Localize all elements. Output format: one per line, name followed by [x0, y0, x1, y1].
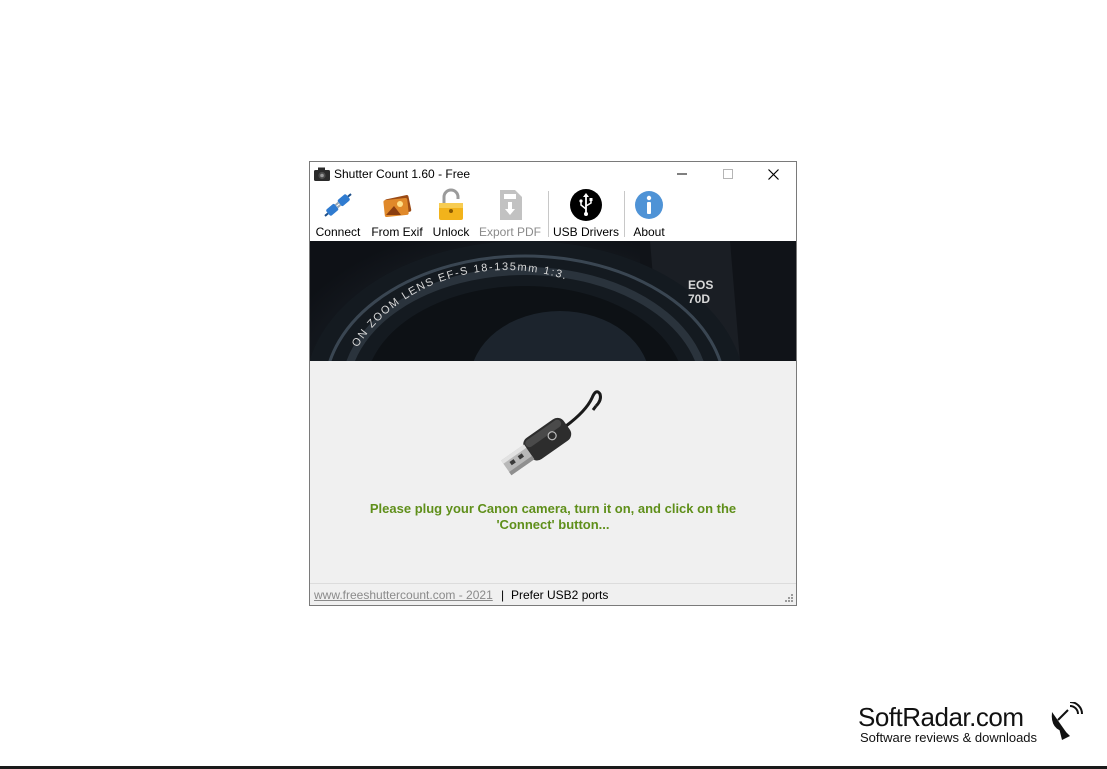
- model-line1: EOS: [688, 278, 713, 292]
- status-bar: www.freeshuttercount.com - 2021 | Prefer…: [310, 583, 796, 605]
- usb-drivers-icon: [570, 189, 602, 221]
- from-exif-label: From Exif: [371, 225, 423, 239]
- usb-drivers-button[interactable]: USB Drivers: [553, 188, 620, 239]
- main-content: Please plug your Canon camera, turn it o…: [310, 361, 796, 583]
- window-title: Shutter Count 1.60 - Free: [334, 167, 471, 181]
- close-button[interactable]: [750, 162, 796, 186]
- camera-lens-photo: ON ZOOM LENS EF-S 18-135mm 1:3.5-5 EOS 7…: [310, 241, 796, 361]
- camera-app-icon: [314, 167, 330, 181]
- usb2-note: Prefer USB2 ports: [511, 588, 609, 602]
- instruction-line2: 'Connect' button...: [496, 517, 610, 532]
- pdf-export-icon: [500, 190, 522, 220]
- maximize-button[interactable]: [705, 162, 751, 186]
- about-label: About: [633, 225, 665, 239]
- unlock-button[interactable]: Unlock: [430, 188, 472, 239]
- watermark-tagline: Software reviews & downloads: [860, 730, 1038, 745]
- from-exif-button[interactable]: From Exif: [370, 188, 424, 239]
- watermark-name: SoftRadar.com: [858, 702, 1024, 732]
- resize-grip-icon[interactable]: [784, 593, 794, 603]
- camera-banner-image: ON ZOOM LENS EF-S 18-135mm 1:3.5-5 EOS 7…: [310, 241, 796, 361]
- close-icon: [767, 168, 779, 180]
- instruction-line1: Please plug your Canon camera, turn it o…: [369, 501, 737, 516]
- info-icon: [635, 191, 663, 219]
- softradar-watermark: SoftRadar.com Software reviews & downloa…: [858, 702, 1088, 750]
- photo-exif-icon: [383, 195, 412, 218]
- minimize-button[interactable]: [659, 162, 705, 186]
- export-pdf-label: Export PDF: [478, 225, 541, 239]
- status-separator: |: [501, 588, 505, 602]
- padlock-unlock-icon: [439, 188, 463, 220]
- app-window: Shutter Count 1.60 - Free Connect From E…: [309, 161, 797, 606]
- about-button[interactable]: About: [628, 188, 670, 239]
- unlock-label: Unlock: [432, 225, 470, 239]
- maximize-icon: [723, 169, 733, 179]
- title-bar[interactable]: Shutter Count 1.60 - Free: [310, 162, 796, 186]
- usb-drivers-label: USB Drivers: [553, 225, 620, 239]
- toolbar-separator: [548, 191, 549, 237]
- connect-button[interactable]: Connect: [315, 188, 361, 239]
- connect-label: Connect: [315, 225, 361, 239]
- usb-plug-icon: [501, 390, 602, 476]
- toolbar-separator: [624, 191, 625, 237]
- model-line2: 70D: [688, 292, 710, 306]
- website-link[interactable]: www.freeshuttercount.com - 2021: [314, 588, 493, 602]
- toolbar: Connect From Exif Unlock Export PDF USB …: [310, 186, 796, 241]
- instruction-message: Please plug your Canon camera, turn it o…: [330, 501, 776, 533]
- export-pdf-button[interactable]: Export PDF: [478, 188, 542, 239]
- plug-connect-icon: [324, 193, 352, 217]
- satellite-dish-icon: [1051, 702, 1083, 740]
- minimize-icon: [677, 173, 687, 175]
